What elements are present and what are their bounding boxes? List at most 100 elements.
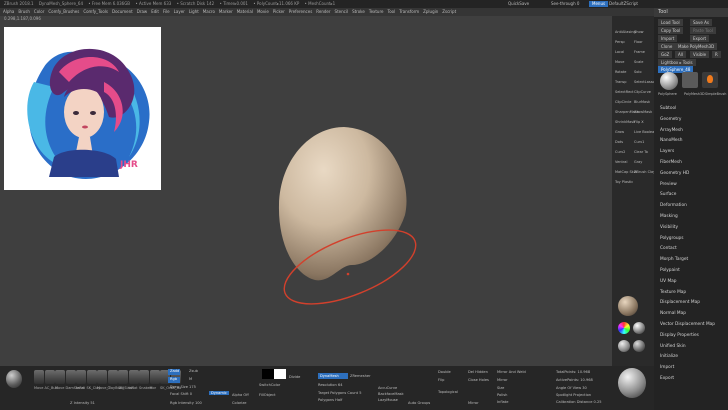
menu-color[interactable]: Color: [34, 9, 44, 14]
calibration-distance-slider[interactable]: Calibration Distance 0.25: [556, 400, 602, 404]
paste-tool-button[interactable]: Paste Tool: [690, 27, 716, 34]
strip-transp[interactable]: Transp: [615, 80, 626, 84]
menu-layer[interactable]: Layer: [174, 9, 185, 14]
all-button[interactable]: All: [675, 51, 686, 58]
strip-clipcircle[interactable]: ClipCircle: [615, 100, 631, 104]
menu-zscript[interactable]: Zscript: [442, 9, 456, 14]
primary-color-swatch[interactable]: [262, 369, 274, 379]
section-geometry[interactable]: Geometry: [660, 117, 681, 122]
colorize-button[interactable]: Colorize: [232, 401, 246, 405]
topological-button[interactable]: Topological: [438, 390, 458, 394]
strip-blurmask[interactable]: BlurMask: [634, 100, 650, 104]
strip-growmask[interactable]: GrowMask: [634, 110, 652, 114]
load-tool-button[interactable]: Load Tool: [658, 19, 683, 26]
material-matcap-icon[interactable]: [633, 322, 645, 334]
menu-brush[interactable]: Brush: [18, 9, 30, 14]
quicksave-button[interactable]: QuickSave: [505, 1, 532, 7]
see-through-slider[interactable]: See-through 0: [548, 1, 582, 7]
save-as-button[interactable]: Save As: [690, 19, 712, 26]
section-vector-displacement-map[interactable]: Vector Displacement Map: [660, 322, 715, 327]
visible-button[interactable]: Visible: [690, 51, 710, 58]
brush-thumbnail-icon[interactable]: [107, 370, 118, 384]
menu-stroke[interactable]: Stroke: [352, 9, 365, 14]
zsub-button[interactable]: Zsub: [189, 369, 198, 373]
inflate-slider[interactable]: Inflate: [497, 400, 508, 404]
focal-shift-slider[interactable]: Focal Shift 0: [170, 392, 192, 396]
menu-edit[interactable]: Edit: [151, 9, 159, 14]
default-zscript-button[interactable]: DefaultZScript: [606, 1, 641, 7]
brush-thumbnail-icon[interactable]: [128, 370, 139, 384]
goz-button[interactable]: GoZ: [658, 51, 673, 58]
menu-render[interactable]: Render: [316, 9, 330, 14]
menu-document[interactable]: Document: [112, 9, 133, 14]
section-export[interactable]: Export: [660, 376, 674, 381]
strip-move[interactable]: Move: [615, 60, 624, 64]
menu-material[interactable]: Material: [237, 9, 253, 14]
mesh-viewport-object[interactable]: [270, 125, 430, 315]
strip-scale[interactable]: Scale: [634, 60, 643, 64]
section-deformation[interactable]: Deformation: [660, 203, 687, 208]
r-button[interactable]: R: [712, 51, 721, 58]
menu-zplugin[interactable]: Zplugin: [423, 9, 438, 14]
section-polygroups[interactable]: Polygroups: [660, 236, 684, 241]
import-button[interactable]: Import: [658, 35, 678, 42]
material-skin-icon[interactable]: [618, 296, 638, 316]
material-preview-ball-icon[interactable]: [618, 368, 646, 398]
clone-button[interactable]: Clone: [658, 43, 676, 50]
material-clay-icon[interactable]: [633, 340, 645, 352]
section-import[interactable]: Import: [660, 365, 674, 370]
strip-clear-to[interactable]: Clear To: [634, 150, 648, 154]
mirror-button[interactable]: Mirror: [497, 378, 508, 382]
section-layers[interactable]: Layers: [660, 149, 674, 154]
menu-preferences[interactable]: Preferences: [289, 9, 313, 14]
strip-frame[interactable]: Frame: [634, 50, 645, 54]
section-unified-skin[interactable]: Unified Skin: [660, 344, 686, 349]
double-button[interactable]: Double: [438, 370, 451, 374]
polygons-half-button[interactable]: Polygons Half: [318, 398, 342, 402]
strip-selectlasso[interactable]: SelectLasso: [634, 80, 655, 84]
strip-toy-plastic[interactable]: Toy Plastic: [615, 180, 633, 184]
section-polypaint[interactable]: Polypaint: [660, 268, 680, 273]
accucurve-button[interactable]: AccuCurve: [378, 386, 397, 390]
dynamic-button[interactable]: Dynamic: [209, 391, 229, 395]
section-nanomesh[interactable]: NanoMesh: [660, 138, 683, 143]
strip-solo[interactable]: Solo: [634, 70, 641, 74]
strip-local[interactable]: Local: [615, 50, 624, 54]
size-slider[interactable]: Size: [497, 386, 504, 390]
brush-thumbnail-icon[interactable]: [65, 370, 76, 384]
section-arraymesh[interactable]: ArrayMesh: [660, 128, 683, 133]
simplebrush-thumbnail-icon[interactable]: [702, 72, 718, 88]
auto-groups-button[interactable]: Auto Groups: [408, 401, 430, 405]
backface-mask-button[interactable]: BackfaceMask: [378, 392, 404, 396]
secondary-color-swatch[interactable]: [274, 369, 286, 379]
draw-size-slider[interactable]: Draw Size 175: [170, 385, 196, 389]
section-fibermesh[interactable]: FiberMesh: [660, 160, 682, 165]
rgb-intensity-slider[interactable]: Rgb Intensity 100: [170, 401, 202, 405]
menu-movie[interactable]: Movie: [257, 9, 269, 14]
mirror-button-2[interactable]: Mirror: [468, 401, 479, 405]
strip-zbrush-clay[interactable]: ZBrush Clay: [634, 170, 655, 174]
menu-light[interactable]: Light: [189, 9, 199, 14]
spotlight-projection-button[interactable]: Spotlight Projection: [556, 393, 591, 397]
strip-persp[interactable]: Persp: [615, 40, 625, 44]
menu-draw[interactable]: Draw: [137, 9, 147, 14]
menu-marker[interactable]: Marker: [219, 9, 233, 14]
menu-tool[interactable]: Tool: [387, 9, 395, 14]
strip-ventral[interactable]: Ventral: [615, 160, 627, 164]
strip-dots[interactable]: Dots: [615, 140, 623, 144]
brush-thumbnail-icon[interactable]: [118, 370, 128, 384]
section-display-properties[interactable]: Display Properties: [660, 333, 699, 338]
section-displacement-map[interactable]: Displacement Map: [660, 300, 700, 305]
flip-button[interactable]: Flip: [438, 378, 444, 382]
menu-picker[interactable]: Picker: [273, 9, 285, 14]
section-masking[interactable]: Masking: [660, 214, 678, 219]
polish-slider[interactable]: Polish: [497, 393, 507, 397]
polymesh-thumbnail-icon[interactable]: [682, 72, 698, 88]
brush-thumbnail-icon[interactable]: [97, 370, 107, 384]
alpha-off-button[interactable]: Alpha Off: [232, 393, 249, 397]
fill-object-button[interactable]: FillObject: [259, 393, 276, 397]
polysphere-thumbnail-icon[interactable]: [660, 72, 678, 90]
strip-antialiasing[interactable]: AntiAliasing: [615, 30, 636, 34]
section-geometry-hd[interactable]: Geometry HD: [660, 171, 689, 176]
brush-thumbnail-icon[interactable]: [55, 370, 65, 384]
